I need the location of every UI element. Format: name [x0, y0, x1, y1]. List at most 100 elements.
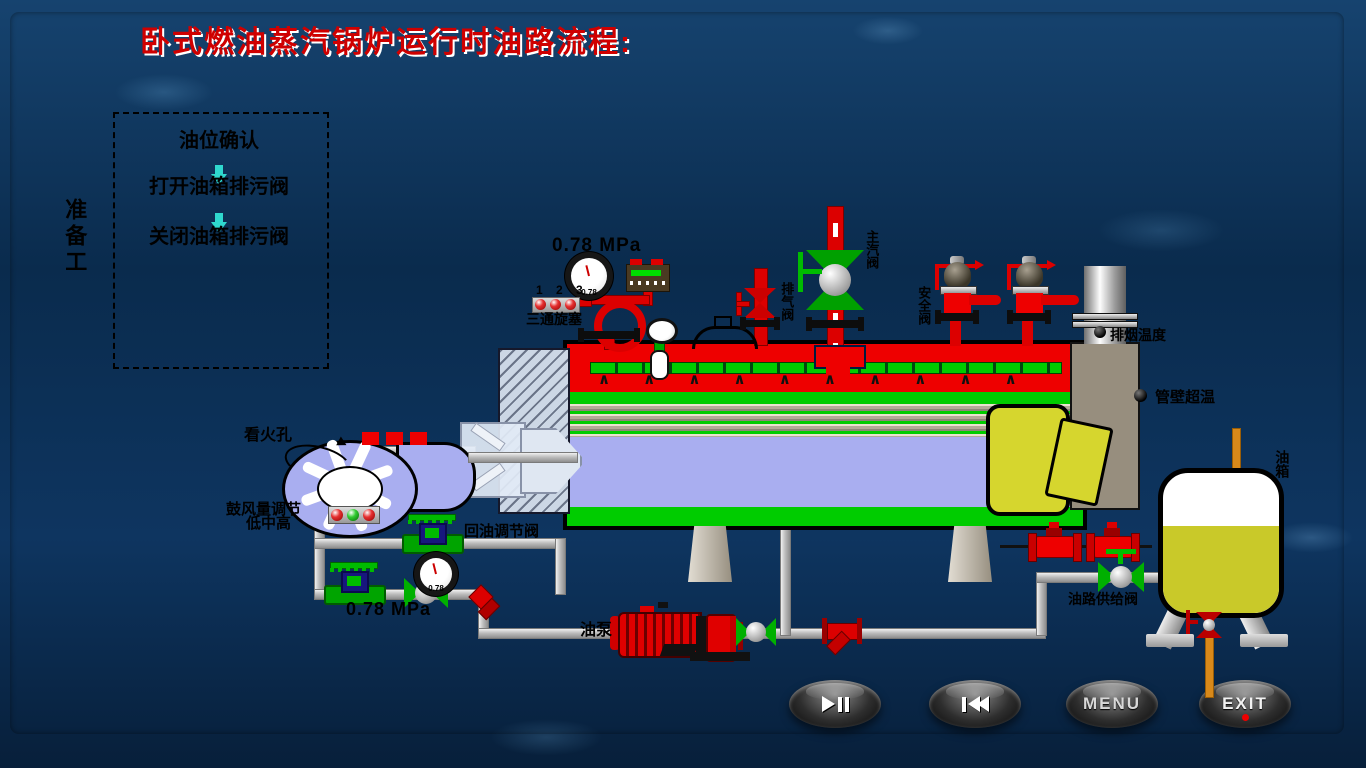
- boiler-leg-left: [688, 526, 732, 582]
- fan-port-1: [362, 432, 379, 445]
- valve-ball: [819, 264, 851, 296]
- flange-end: [1007, 310, 1013, 324]
- rewind-bar-icon: [962, 697, 966, 712]
- pump-top-bolt: [658, 602, 668, 608]
- play-pause-button[interactable]: [789, 680, 881, 728]
- supply-valve-handle-h: [1106, 549, 1136, 554]
- wall-overtemp-label: 管壁超温: [1155, 390, 1215, 407]
- valve-flange-l: [1028, 533, 1037, 562]
- main-steam-valve-label: 主汽阀: [864, 230, 878, 269]
- cock-numbers: 1 2 3: [536, 284, 588, 297]
- oil-pump-label: 油泵: [580, 622, 612, 640]
- flow-step-2: 打开油箱排污阀: [113, 176, 325, 198]
- manhole-arc: [692, 326, 758, 349]
- flange-end: [740, 317, 746, 330]
- return-valve-label: 回油调节阀: [464, 524, 539, 541]
- valve-dome: [1016, 262, 1043, 288]
- burner-lance: [468, 452, 578, 463]
- blast-levels-label: 低中高: [246, 516, 291, 533]
- valve-body: [1016, 293, 1043, 313]
- rewind-button[interactable]: [929, 680, 1021, 728]
- valve-outlet: [1041, 295, 1079, 305]
- mainline-ball-valve[interactable]: [736, 618, 776, 646]
- valve-body: [1090, 536, 1136, 558]
- wall-overtemp-sensor: [1134, 389, 1147, 402]
- cock-port-3[interactable]: [565, 299, 576, 310]
- flange-end: [578, 328, 584, 342]
- actuator-window: [425, 528, 439, 538]
- fan-port-2: [386, 432, 403, 445]
- bottom-pressure-reading: 0.78 MPa: [346, 600, 431, 620]
- oil-pump[interactable]: [608, 598, 748, 664]
- blast-mid-lamp[interactable]: [347, 509, 359, 521]
- boiler-leg-right: [948, 526, 992, 582]
- valve-part: [744, 303, 776, 318]
- top-pressure-reading: 0.78 MPa: [552, 236, 641, 257]
- valve-flange-l: [1086, 533, 1095, 562]
- flue-temp-label: 排烟温度: [1110, 328, 1166, 343]
- valve-stem: [1022, 321, 1033, 346]
- pressure-controller[interactable]: [626, 264, 670, 292]
- page-title: 卧式燃油蒸汽锅炉运行时油路流程:: [140, 26, 632, 59]
- pump-support: [660, 644, 698, 656]
- flue-temp-sensor: [1094, 326, 1106, 338]
- return-valve-actuator[interactable]: [419, 523, 447, 545]
- angle-valve[interactable]: [470, 585, 504, 619]
- tank-oil-level: [1163, 526, 1279, 613]
- oil-supply-valve[interactable]: [1098, 562, 1144, 592]
- blast-indicator-strip[interactable]: [328, 506, 380, 524]
- bottom-pressure-gauge: 0.78: [414, 552, 458, 596]
- flange-end: [935, 310, 941, 324]
- oil-strainer[interactable]: [822, 616, 864, 658]
- blowdown-valve-1[interactable]: [1028, 522, 1080, 560]
- boiler-green-strip: [567, 392, 1083, 401]
- lower-cv-actuator[interactable]: [341, 571, 369, 593]
- flange-end: [1045, 310, 1051, 324]
- valve-body: [1032, 536, 1078, 558]
- vent-valve[interactable]: [744, 288, 776, 318]
- valve-outlet: [969, 295, 1001, 305]
- flange-end: [634, 328, 640, 342]
- exit-button-label: EXIT: [1222, 694, 1268, 714]
- valve-lever-tip: [975, 260, 984, 270]
- actuator-window: [347, 576, 361, 586]
- valve-dome: [944, 262, 971, 288]
- controller-display: [631, 270, 661, 276]
- blast-high-lamp[interactable]: [363, 509, 375, 521]
- menu-button-label: MENU: [1083, 694, 1141, 714]
- cock-port-2[interactable]: [550, 299, 561, 310]
- steam-handle-h: [798, 269, 822, 274]
- oil-tank-label: 油箱: [1274, 450, 1289, 478]
- play-icon: [822, 696, 835, 712]
- fan-port-3: [410, 432, 427, 445]
- blast-low-lamp[interactable]: [331, 509, 343, 521]
- safety-valve-2[interactable]: [1005, 256, 1077, 346]
- gauge-dial-value: 0.78: [414, 584, 458, 593]
- safety-valve-1[interactable]: [933, 256, 1005, 346]
- menu-button[interactable]: MENU: [1066, 680, 1158, 728]
- strainer-flange-r: [857, 618, 862, 644]
- pause-icon: [838, 697, 842, 712]
- water-gauge-column: [650, 350, 669, 380]
- rewind-icon: [977, 696, 989, 712]
- cock-port-1[interactable]: [535, 299, 546, 310]
- valve-body: [944, 293, 971, 313]
- exit-indicator-dot: [1242, 714, 1249, 721]
- blowdown-valve-2[interactable]: [1086, 522, 1138, 560]
- safety-valve-label: 安全阀: [916, 286, 930, 325]
- drain-handle-h: [1186, 620, 1198, 624]
- vent-valve-label: 排气阀: [779, 282, 793, 321]
- valve-lever-v: [935, 264, 939, 290]
- main-steam-valve[interactable]: [806, 250, 864, 310]
- pipe-return-drop: [555, 538, 566, 595]
- manhole-fitting: [714, 316, 732, 329]
- valve-ball: [746, 622, 766, 642]
- chimney-flange-1: [1072, 313, 1138, 320]
- flange-end: [806, 317, 812, 331]
- valve-flange-r: [1073, 533, 1082, 562]
- valve-ball: [1203, 619, 1215, 631]
- oil-tank: [1158, 468, 1284, 618]
- vent-flange: [742, 320, 778, 327]
- tank-drain-valve[interactable]: [1196, 612, 1222, 638]
- controller-keys: [630, 281, 666, 285]
